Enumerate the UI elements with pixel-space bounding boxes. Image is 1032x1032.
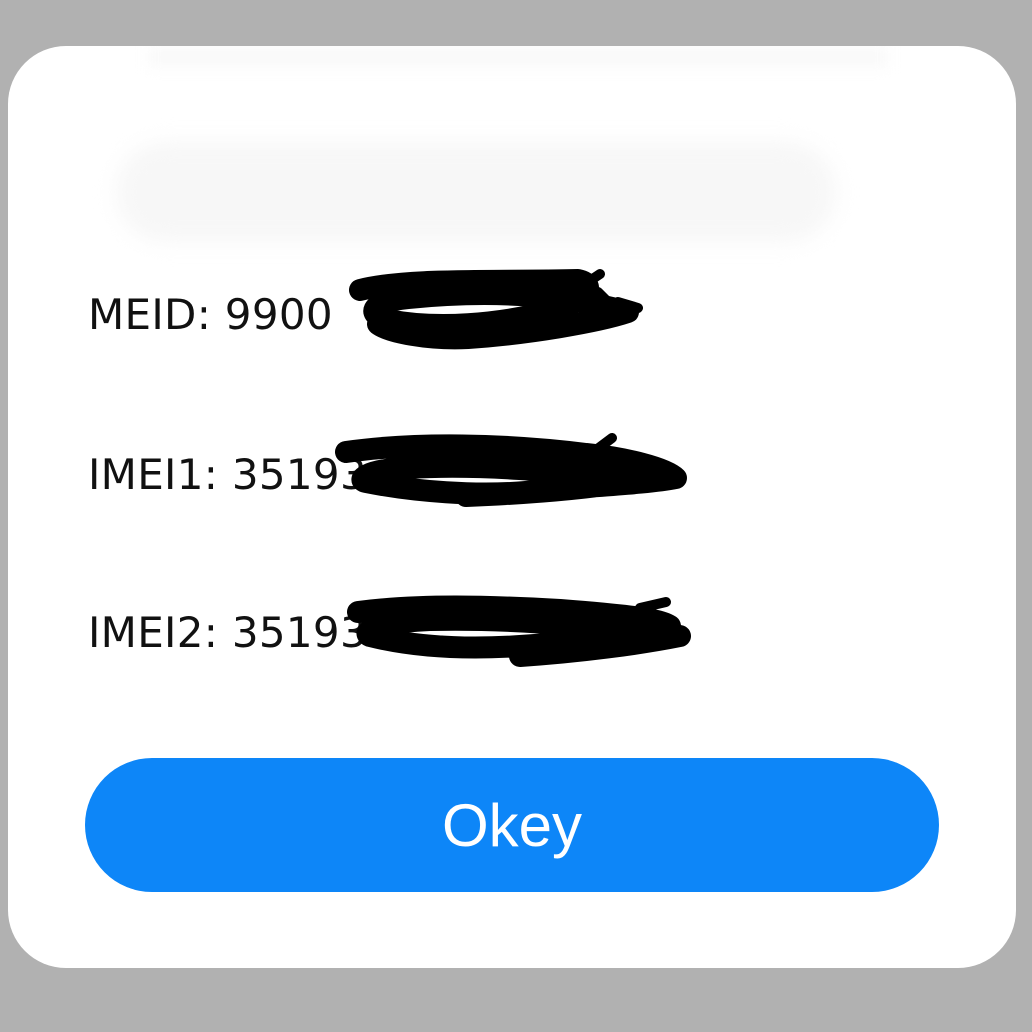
imei2-redaction-scribble	[347, 595, 691, 667]
okey-button[interactable]: Okey	[85, 758, 939, 892]
meid-line: MEID: 9900	[88, 290, 333, 339]
blurred-dialog-title	[116, 142, 836, 242]
imei2-line: IMEI2: 35193	[88, 608, 367, 657]
meid-redaction-scribble	[349, 269, 643, 350]
blurred-header-strip	[148, 46, 888, 68]
imei1-redaction-scribble	[335, 433, 687, 507]
device-info-dialog: MEID: 9900 IMEI1: 35193 IMEI2: 35193 Oke…	[8, 46, 1016, 968]
